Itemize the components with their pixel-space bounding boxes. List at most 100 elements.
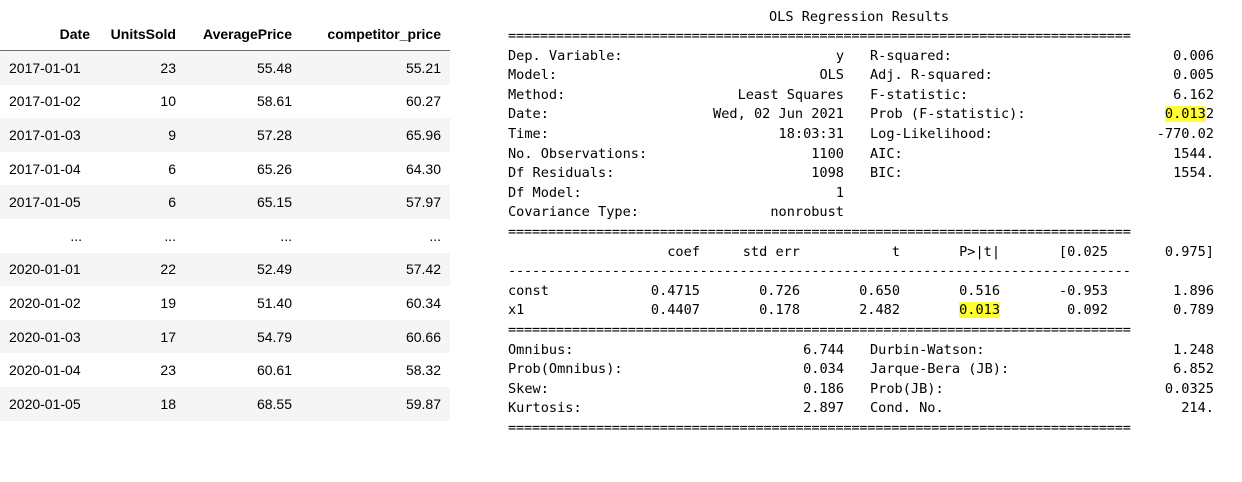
params-cell: 0.789 (1173, 302, 1214, 319)
cell-date: 2020-01-05 (9, 395, 81, 412)
summary-label: Log-Likelihood: (870, 125, 993, 142)
summary-row: Df Residuals: 1098 BIC: 1554. (508, 164, 1218, 184)
params-header-cell (508, 243, 628, 263)
summary-label: Prob (F-statistic): (870, 106, 1026, 123)
table-row: 2017-01-04 6 65.26 64.30 (0, 151, 450, 186)
cell-average-price: 68.55 (256, 395, 292, 412)
diagnostics-label: Omnibus: (508, 341, 574, 358)
cell-average-price: 51.40 (256, 294, 292, 311)
double-rule: ========================================… (508, 28, 1131, 44)
diagnostics-value: 2.897 (803, 400, 844, 417)
cell-date: 2017-01-01 (9, 59, 81, 76)
diagnostics-value: 0.034 (803, 361, 844, 378)
diagnostics-value: 6.852 (1173, 361, 1214, 378)
table-row: 2020-01-04 23 60.61 58.32 (0, 353, 450, 387)
params-header-cell: 0.975] (1164, 243, 1214, 260)
cell-average-price: 57.28 (256, 126, 292, 143)
cell-average-price: 54.79 (256, 328, 292, 345)
summary-value (1080, 184, 1214, 204)
summary-value: Least Squares (737, 86, 844, 103)
table-row: 2020-01-01 22 52.49 57.42 (0, 252, 450, 287)
params-cell: 0.092 (1067, 302, 1108, 319)
summary-value: 1098 (811, 165, 844, 182)
table-row: 2020-01-05 18 68.55 59.87 (0, 386, 450, 421)
params-cell: 0.650 (859, 282, 900, 299)
cell-date: 2017-01-04 (9, 160, 81, 177)
summary-label: No. Observations: (508, 145, 648, 162)
summary-row: Date: Wed, 02 Jun 2021 Prob (F-statistic):… (508, 105, 1218, 125)
table-row: 2017-01-05 6 65.15 57.97 (0, 185, 450, 219)
table-header: Date UnitsSold AveragePrice competitor_p… (0, 18, 450, 51)
summary-value: y (835, 47, 844, 64)
column-header-units-sold: UnitsSold (110, 26, 176, 42)
summary-label: R-squared: (870, 47, 952, 64)
diagnostics-label: Prob(JB): (870, 380, 944, 397)
cell-average-price: ... (280, 227, 292, 244)
single-rule: ----------------------------------------… (508, 263, 1131, 280)
cell-competitor-price: 57.42 (405, 261, 441, 278)
summary-value: 1544. (1173, 145, 1214, 162)
cell-average-price: 65.26 (256, 160, 292, 177)
diagnostics-value: 6.744 (803, 341, 844, 358)
summary-label: Model: (508, 67, 558, 84)
params-header-row: coef std err t P>|t| [0.025 0.975] (508, 243, 1218, 263)
summary-value: -770.02 (1156, 125, 1214, 142)
params-header-cell: coef (667, 243, 700, 260)
cell-date: 2020-01-04 (9, 362, 81, 379)
params-block: const 0.4715 0.726 0.650 0.516 -0.953 1.896 x1 0… (508, 282, 1218, 321)
params-cell: x1 (508, 302, 525, 319)
summary-row: Df Model: 1 (508, 184, 1218, 204)
summary-label (870, 203, 1080, 223)
cell-date: 2020-01-02 (9, 294, 81, 311)
summary-value: 0.006 (1173, 47, 1214, 64)
summary-value (1080, 203, 1214, 223)
cell-competitor-price: 60.27 (405, 93, 441, 110)
cell-average-price: 58.61 (256, 93, 292, 110)
cell-competitor-price: 60.34 (405, 294, 441, 311)
diagnostics-label: Kurtosis: (508, 400, 582, 417)
diagnostics-block: Omnibus: 6.744 Durbin-Watson: 1.248 Prob(Omn… (508, 341, 1218, 419)
summary-value: 1 (835, 184, 844, 201)
cell-units-sold: 19 (160, 294, 176, 311)
summary-value: OLS (819, 67, 844, 84)
table-row: 2020-01-02 19 51.40 60.34 (0, 286, 450, 320)
cell-date: 2020-01-01 (9, 261, 81, 278)
params-cell: 0.4407 (650, 302, 700, 319)
ols-summary: OLS Regression Results =================… (508, 7, 1218, 438)
diagnostics-value: 214. (1181, 400, 1214, 417)
summary-block: Dep. Variable: y R-squared: 0.006 Model: OLS A… (508, 47, 1218, 223)
summary-row: No. Observations: 1100 AIC: 1544. (508, 145, 1218, 165)
summary-value: 18:03:31 (778, 125, 844, 142)
params-header-cell: P>|t| (959, 243, 1000, 260)
cell-competitor-price: 64.30 (405, 160, 441, 177)
cell-units-sold: 10 (160, 93, 176, 110)
params-cell: 0.178 (759, 302, 800, 319)
cell-units-sold: 18 (160, 395, 176, 412)
diagnostics-label: Cond. No. (870, 400, 944, 417)
cell-average-price: 65.15 (256, 194, 292, 211)
params-header-cell: [0.025 (1058, 243, 1108, 260)
ellipsis-row: ............ (0, 218, 450, 253)
p-value-cell: 0.013 (900, 301, 1000, 321)
cell-competitor-price: 59.87 (405, 395, 441, 412)
summary-label: Time: (508, 125, 549, 142)
summary-value: Wed, 02 Jun 2021 (713, 106, 844, 123)
cell-competitor-price: 65.96 (405, 126, 441, 143)
diagnostics-label: Prob(Omnibus): (508, 361, 623, 378)
params-cell: 0.726 (759, 282, 800, 299)
params-cell: 2.482 (859, 302, 900, 319)
summary-value: 6.162 (1173, 86, 1214, 103)
params-row: x1 0.4407 0.178 2.482 0.013 0.092 0.789 (508, 301, 1218, 321)
cell-units-sold: 6 (168, 194, 176, 211)
summary-label (870, 184, 1080, 204)
